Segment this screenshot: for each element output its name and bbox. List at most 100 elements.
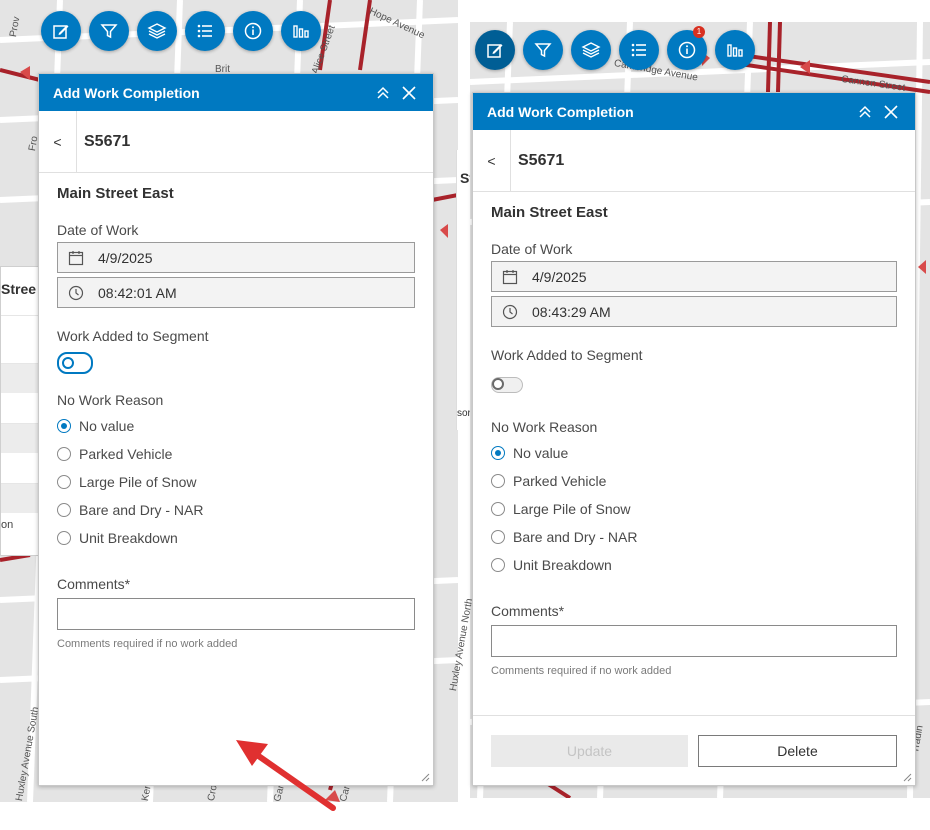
comments-hint: Comments required if no work added	[57, 638, 238, 650]
work-added-toggle[interactable]	[57, 352, 93, 374]
attribute-table-footer: on	[1, 519, 14, 531]
radio-label: No value	[79, 418, 135, 434]
calendar-icon	[502, 268, 520, 286]
attribute-table-title: St	[460, 170, 470, 186]
chart-icon	[293, 25, 309, 38]
attribute-table-right: St sor	[456, 150, 470, 430]
filter-icon	[534, 43, 552, 58]
radio-bare-and-dry[interactable]: Bare and Dry - NAR	[491, 523, 897, 551]
no-work-reason-label: No Work Reason	[57, 392, 164, 408]
feature-id: S5671	[518, 151, 565, 169]
chevron-double-up-icon	[377, 86, 389, 99]
resize-handle-icon[interactable]	[420, 772, 430, 782]
work-added-toggle[interactable]	[491, 377, 523, 393]
comments-label: Comments*	[491, 603, 565, 619]
comments-label: Comments*	[57, 576, 131, 592]
info-button[interactable]: 1	[667, 26, 707, 70]
delete-button[interactable]: Delete	[698, 734, 897, 767]
clock-icon	[68, 284, 86, 302]
time-value: 08:42:01 AM	[98, 284, 177, 301]
comments-input[interactable]	[57, 598, 415, 630]
info-icon	[678, 41, 696, 59]
date-value: 4/9/2025	[98, 249, 153, 266]
collapse-button[interactable]	[373, 83, 393, 103]
time-input[interactable]: 08:43:29 AM	[491, 296, 897, 327]
chart-button[interactable]	[281, 11, 321, 51]
panel-title: Add Work Completion	[487, 103, 634, 120]
feature-subheader: < S5671	[473, 129, 915, 192]
radio-dot	[57, 503, 71, 517]
filter-icon	[100, 24, 118, 39]
no-work-reason-radio-group: No value Parked Vehicle Large Pile of Sn…	[491, 439, 897, 579]
date-of-work-label: Date of Work	[491, 241, 573, 257]
edit-icon	[487, 44, 503, 58]
date-input[interactable]: 4/9/2025	[491, 261, 897, 292]
radio-label: Parked Vehicle	[79, 446, 173, 462]
radio-dot	[491, 530, 505, 544]
work-added-label: Work Added to Segment	[57, 328, 209, 344]
radio-label: Bare and Dry - NAR	[79, 502, 204, 518]
chart-button[interactable]	[715, 30, 755, 70]
chevron-double-up-icon	[859, 105, 871, 118]
radio-dot	[57, 475, 71, 489]
radio-dot	[491, 502, 505, 516]
radio-unit-breakdown[interactable]: Unit Breakdown	[491, 551, 897, 579]
close-button[interactable]	[399, 83, 419, 103]
radio-parked-vehicle[interactable]: Parked Vehicle	[491, 467, 897, 495]
panel-footer: Update Delete	[473, 715, 915, 785]
back-button[interactable]: <	[473, 129, 511, 192]
date-of-work-label: Date of Work	[57, 222, 139, 238]
radio-parked-vehicle[interactable]: Parked Vehicle	[57, 440, 415, 468]
layers-button[interactable]	[137, 11, 177, 51]
calendar-icon	[68, 249, 86, 267]
collapse-button[interactable]	[855, 102, 875, 122]
attribute-table-footer: sor	[457, 408, 470, 419]
radio-label: No value	[513, 445, 569, 461]
edit-icon	[53, 25, 69, 39]
radio-dot	[57, 419, 71, 433]
list-icon	[631, 43, 646, 57]
legend-button[interactable]	[619, 30, 659, 70]
radio-large-pile-of-snow[interactable]: Large Pile of Snow	[57, 468, 415, 496]
legend-button[interactable]	[185, 11, 225, 51]
radio-label: Large Pile of Snow	[79, 474, 197, 490]
back-button[interactable]: <	[39, 110, 77, 173]
feature-id: S5671	[84, 132, 131, 150]
date-input[interactable]: 4/9/2025	[57, 242, 415, 273]
toggle-knob	[492, 378, 504, 390]
radio-dot	[491, 474, 505, 488]
radio-label: Unit Breakdown	[513, 557, 612, 573]
comments-input[interactable]	[491, 625, 897, 657]
edit-button[interactable]	[41, 11, 81, 51]
panel-header: Add Work Completion	[473, 93, 915, 130]
no-work-reason-radio-group: No value Parked Vehicle Large Pile of Sn…	[57, 412, 415, 552]
form-body: Main Street East Date of Work 4/9/2025 0…	[39, 185, 433, 650]
radio-dot	[491, 446, 505, 460]
edit-button[interactable]	[475, 30, 515, 70]
info-badge: 1	[693, 26, 705, 38]
layers-button[interactable]	[571, 30, 611, 70]
update-button[interactable]: Update	[491, 734, 688, 767]
section-title: Main Street East	[57, 185, 174, 202]
clock-icon	[502, 303, 520, 321]
panel-header: Add Work Completion	[39, 74, 433, 111]
no-work-reason-label: No Work Reason	[491, 419, 598, 435]
radio-no-value[interactable]: No value	[491, 439, 897, 467]
toggle-knob	[62, 357, 74, 369]
close-button[interactable]	[881, 102, 901, 122]
radio-unit-breakdown[interactable]: Unit Breakdown	[57, 524, 415, 552]
filter-button[interactable]	[523, 30, 563, 70]
radio-bare-and-dry[interactable]: Bare and Dry - NAR	[57, 496, 415, 524]
radio-large-pile-of-snow[interactable]: Large Pile of Snow	[491, 495, 897, 523]
feature-subheader: < S5671	[39, 110, 433, 173]
info-button[interactable]	[233, 11, 273, 51]
layers-icon	[581, 42, 601, 58]
radio-label: Unit Breakdown	[79, 530, 178, 546]
annotation-arrow	[236, 740, 336, 811]
work-added-label: Work Added to Segment	[491, 347, 643, 363]
resize-handle-icon[interactable]	[902, 772, 912, 782]
time-input[interactable]: 08:42:01 AM	[57, 277, 415, 308]
radio-no-value[interactable]: No value	[57, 412, 415, 440]
radio-label: Large Pile of Snow	[513, 501, 631, 517]
filter-button[interactable]	[89, 11, 129, 51]
